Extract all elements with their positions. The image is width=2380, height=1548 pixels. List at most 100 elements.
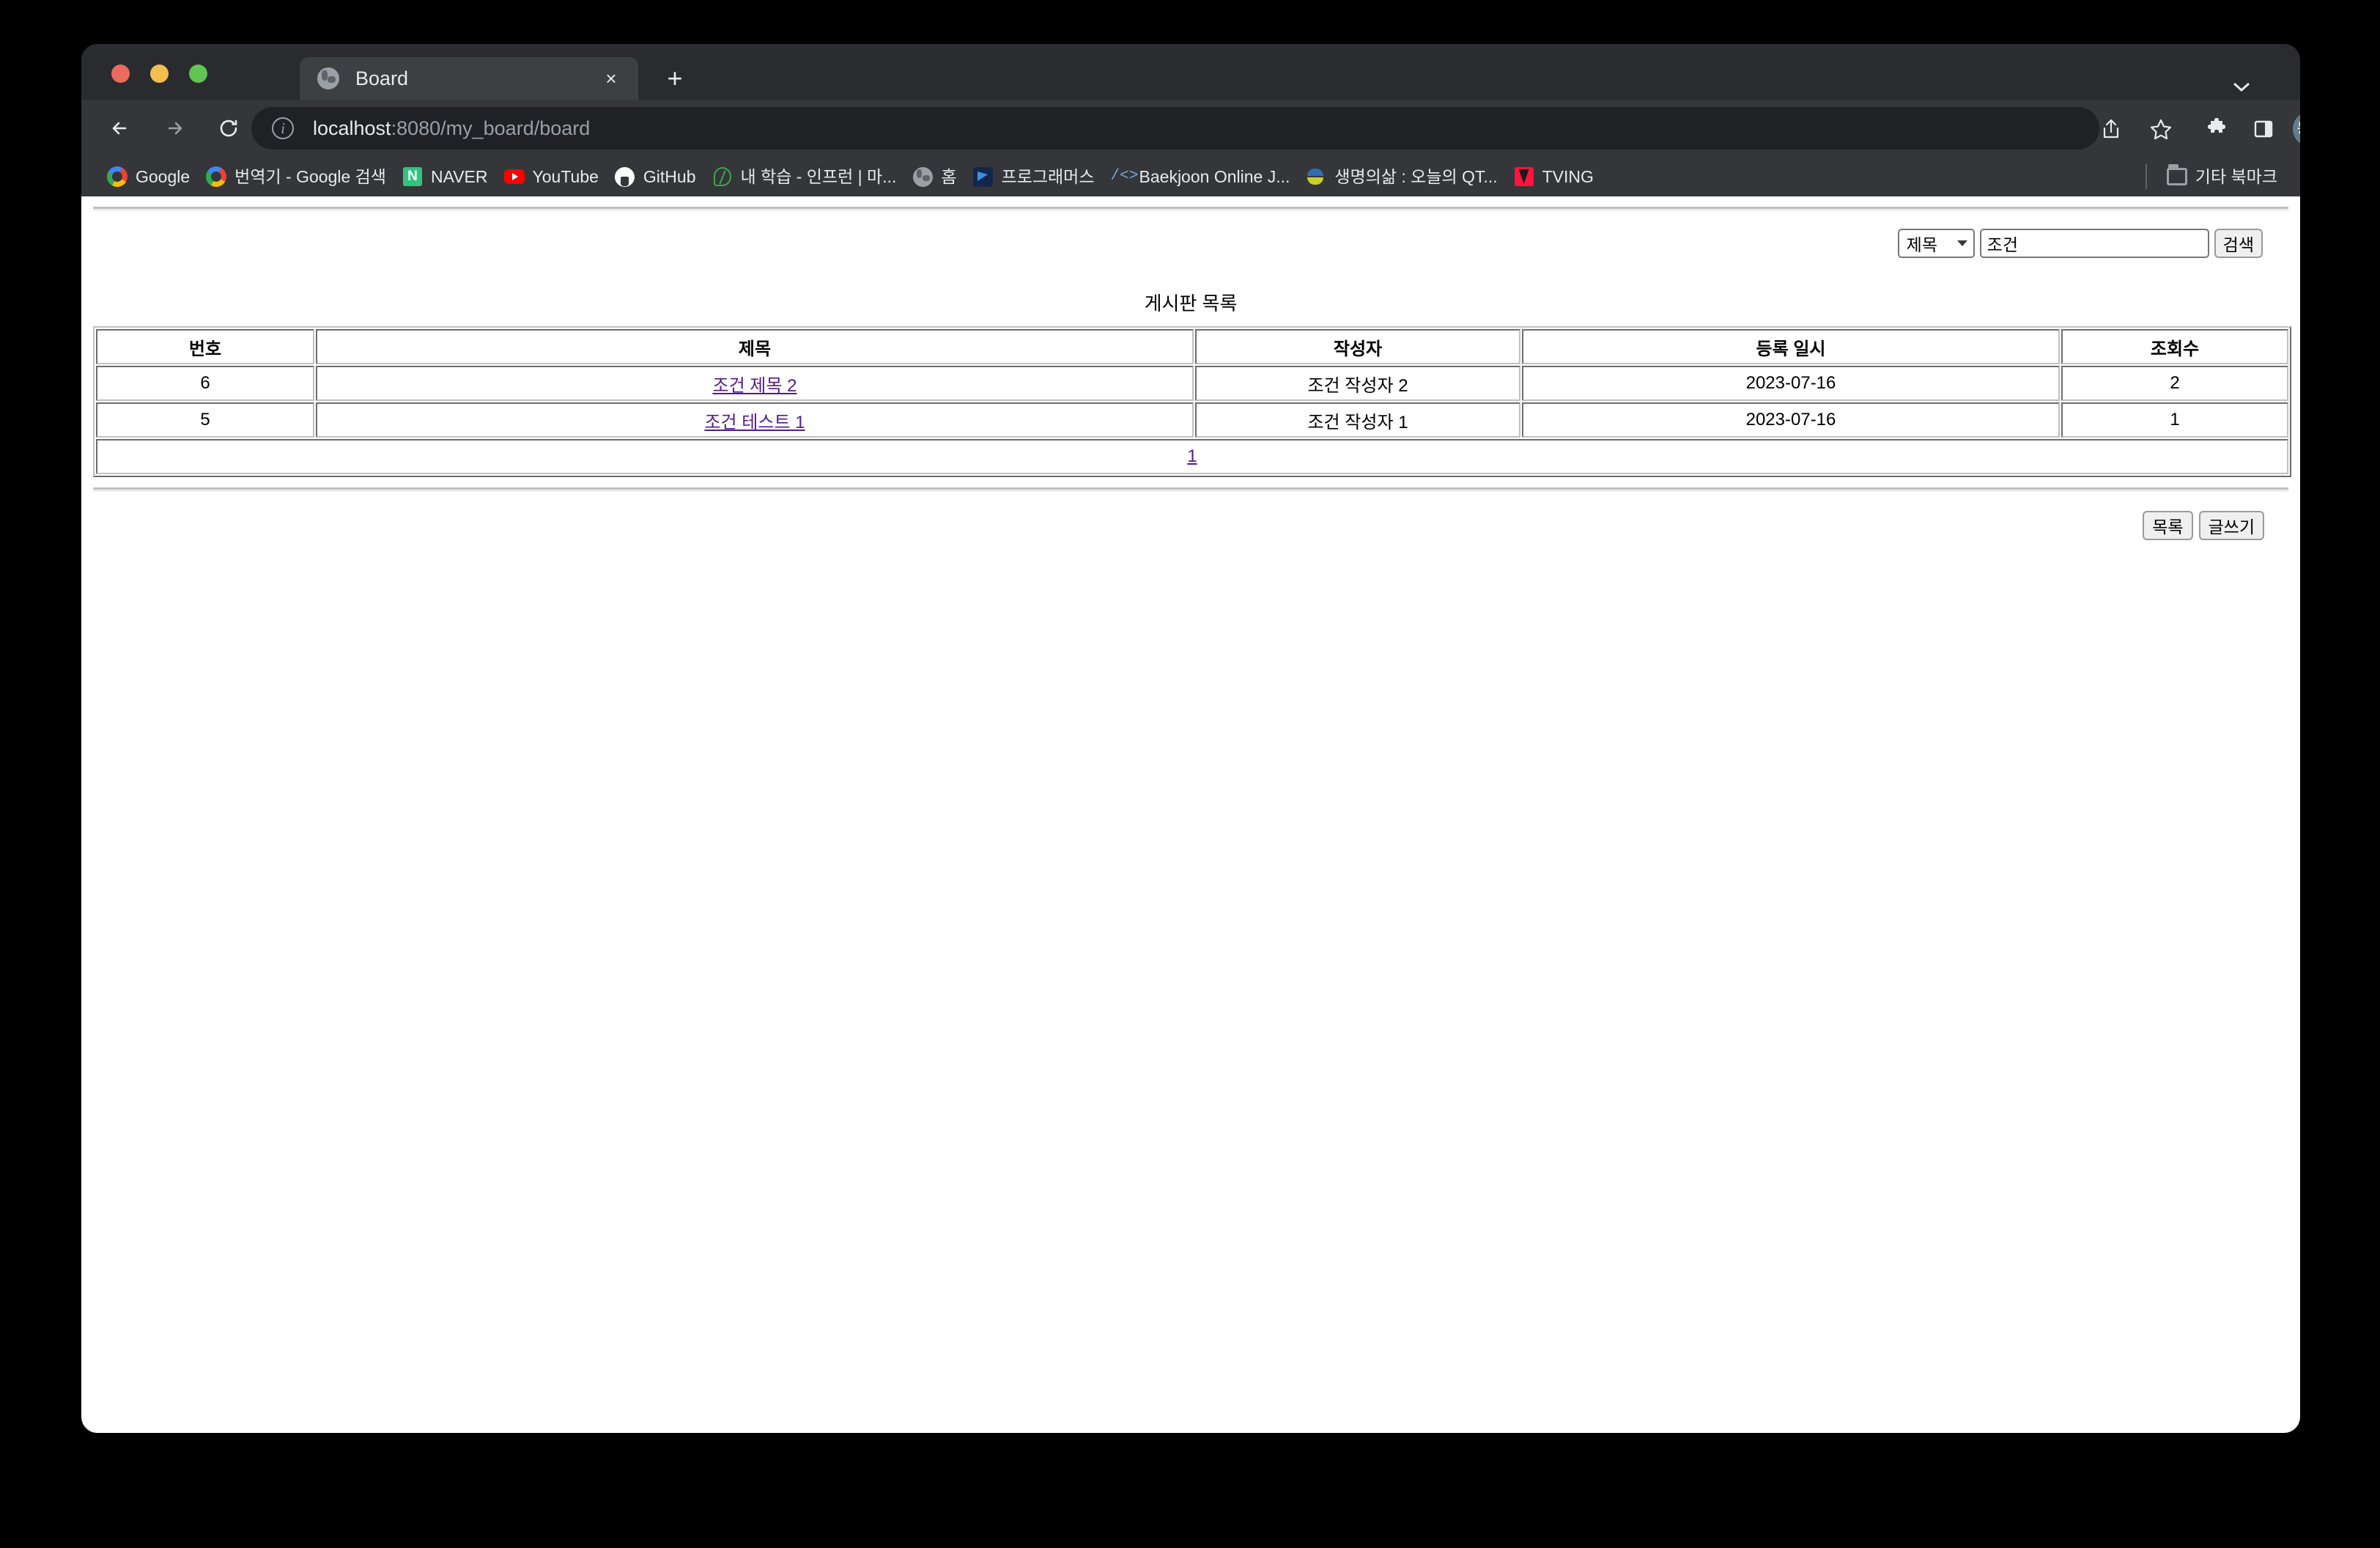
url-host: localhost [313, 117, 391, 139]
folder-icon [2166, 164, 2187, 187]
top-divider [93, 207, 2288, 211]
cell-writer: 조건 작성자 1 [1195, 402, 1520, 438]
browser-toolbar: i localhost:8080/my_board/board [81, 100, 2300, 157]
search-type-value: 제목 [1906, 235, 1937, 254]
avatar[interactable]: 동희 [2293, 111, 2300, 147]
bookmark-baekjoon[interactable]: /<> Baekjoon Online J... [1103, 161, 1298, 192]
bookmark-inflearn[interactable]: 내 학습 - 인프런 | 마... [704, 161, 905, 192]
column-header-title: 제목 [316, 329, 1194, 364]
chevron-down-icon[interactable] [2228, 78, 2255, 95]
bookmark-programmers[interactable]: 프로그래머스 [965, 161, 1103, 192]
pagination-row: 1 [96, 439, 2288, 474]
bookmark-label: 내 학습 - 인프런 | 마... [740, 166, 897, 186]
search-type-select[interactable]: 제목 [1897, 229, 1975, 258]
window-minimize-button[interactable] [150, 64, 169, 83]
cell-hits: 2 [2061, 366, 2288, 401]
search-button[interactable]: 검색 [2214, 229, 2263, 258]
search-input[interactable] [1979, 229, 2209, 258]
url-path: :8080/my_board/board [391, 117, 591, 139]
post-title-link[interactable]: 조건 제목 2 [712, 376, 797, 396]
column-header-writer: 작성자 [1195, 329, 1520, 364]
baekjoon-icon: /<> [1110, 168, 1139, 185]
cell-title: 조건 테스트 1 [316, 402, 1194, 438]
tab-title: Board [355, 67, 409, 89]
tving-icon [1514, 166, 1534, 187]
bookmark-youtube[interactable]: YouTube [496, 161, 607, 192]
bookmark-google[interactable]: Google [99, 161, 198, 192]
bookmark-label: 홈 [941, 166, 957, 186]
bookmark-label: YouTube [532, 166, 599, 186]
star-icon[interactable] [2142, 110, 2180, 148]
address-bar[interactable]: i localhost:8080/my_board/board [251, 107, 2099, 150]
tab-strip: Board × + [81, 44, 2300, 100]
bookmark-label: NAVER [430, 166, 488, 186]
column-header-hits: 조회수 [2061, 329, 2288, 364]
reload-icon[interactable] [210, 110, 247, 147]
share-icon[interactable] [2092, 110, 2130, 148]
window-maximize-button[interactable] [189, 64, 207, 83]
bookmark-label: 프로그래머스 [1001, 166, 1095, 186]
inflearn-icon [712, 166, 733, 187]
other-bookmarks-label: 기타 북마크 [2195, 166, 2277, 186]
bookmark-label: 번역기 - Google 검색 [234, 166, 386, 186]
other-bookmarks-button[interactable]: 기타 북마크 [2159, 161, 2285, 192]
window-close-button[interactable] [111, 64, 130, 83]
google-icon [206, 166, 227, 187]
divider [2145, 164, 2147, 189]
bookmark-github[interactable]: GitHub [607, 161, 704, 192]
window-traffic-lights [111, 64, 207, 83]
cell-no: 6 [96, 366, 314, 401]
browser-window: Board × + i localhost:8080/my_board/boar… [81, 44, 2300, 1433]
cell-date: 2023-07-16 [1522, 366, 2060, 401]
column-header-date: 등록 일시 [1522, 329, 2060, 364]
new-tab-button[interactable]: + [660, 64, 690, 94]
bookmark-tving[interactable]: TVING [1506, 161, 1602, 192]
cell-title: 조건 제목 2 [316, 366, 1194, 401]
column-header-no: 번호 [96, 329, 314, 364]
pagination-page-1[interactable]: 1 [1187, 446, 1197, 466]
bookmark-label: 생명의삶 : 오늘의 QT... [1334, 166, 1498, 186]
pagination-cell: 1 [96, 439, 2288, 474]
bookmark-label: Baekjoon Online J... [1139, 166, 1290, 186]
side-panel-icon[interactable] [2244, 110, 2283, 148]
close-icon[interactable]: × [599, 66, 624, 91]
youtube-icon [503, 166, 525, 187]
table-row: 6 조건 제목 2 조건 작성자 2 2023-07-16 2 [96, 366, 2288, 401]
cell-writer: 조건 작성자 2 [1195, 366, 1520, 401]
address-bar-url: localhost:8080/my_board/board [313, 117, 590, 140]
page-content: 제목 검색 게시판 목록 번호 제목 작성자 등록 일시 조회수 [81, 207, 2300, 540]
bookmark-home[interactable]: 홈 [904, 161, 964, 192]
puzzle-icon[interactable] [2198, 110, 2236, 148]
gsam-icon [1306, 166, 1326, 187]
bookmark-naver[interactable]: N NAVER [394, 161, 496, 192]
bookmark-google-translate[interactable]: 번역기 - Google 검색 [198, 161, 394, 192]
board-table: 번호 제목 작성자 등록 일시 조회수 6 조건 제목 2 조건 작성자 2 2… [93, 326, 2291, 477]
cell-hits: 1 [2061, 402, 2288, 438]
naver-icon: N [402, 166, 423, 187]
chevron-down-icon [1956, 240, 1967, 246]
table-header-row: 번호 제목 작성자 등록 일시 조회수 [96, 329, 2288, 364]
list-button[interactable]: 목록 [2143, 511, 2193, 540]
cell-no: 5 [96, 402, 314, 438]
table-row: 5 조건 테스트 1 조건 작성자 1 2023-07-16 1 [96, 402, 2288, 438]
google-icon [107, 166, 128, 187]
page-viewport: 제목 검색 게시판 목록 번호 제목 작성자 등록 일시 조회수 [81, 196, 2300, 1433]
github-icon [615, 166, 635, 187]
bookmark-gsam[interactable]: 생명의삶 : 오늘의 QT... [1298, 161, 1505, 192]
bookmark-label: TVING [1542, 166, 1594, 186]
bookmark-label: GitHub [643, 166, 696, 186]
globe-icon [317, 67, 339, 89]
page-title: 게시판 목록 [1144, 292, 1238, 314]
post-title-link[interactable]: 조건 테스트 1 [704, 413, 805, 432]
cell-date: 2023-07-16 [1522, 402, 2060, 438]
browser-tab-board[interactable]: Board × [300, 57, 638, 100]
write-button[interactable]: 글쓰기 [2198, 511, 2264, 540]
search-form: 제목 검색 [93, 229, 2288, 258]
info-icon[interactable]: i [272, 117, 294, 139]
back-icon[interactable] [102, 110, 138, 147]
forward-icon[interactable] [156, 110, 193, 147]
bookmark-label: Google [136, 166, 191, 186]
programmers-icon [973, 166, 994, 187]
globe-icon [912, 166, 933, 187]
other-bookmarks-area: 기타 북마크 [2145, 157, 2285, 196]
